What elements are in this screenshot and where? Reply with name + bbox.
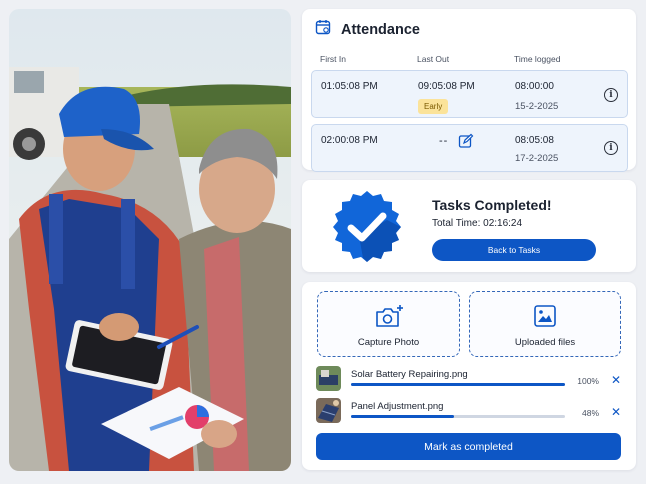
hero-photo	[9, 9, 291, 471]
date-value: 17-2-2025	[515, 153, 559, 164]
time-logged-value: 08:05:08	[515, 135, 554, 146]
date-value: 15-2-2025	[515, 101, 559, 112]
attendance-title: Attendance	[341, 21, 420, 38]
back-to-tasks-button[interactable]: Back to Tasks	[432, 239, 596, 261]
upload-progress-fill	[351, 415, 454, 418]
mark-as-completed-button[interactable]: Mark as completed	[316, 433, 621, 460]
first-in-value: 01:05:08 PM	[321, 81, 378, 92]
attendance-row: 02:00:08 PM -- 08:05:08 17-2-2025 i	[311, 124, 628, 172]
status-badge: Early	[418, 99, 449, 114]
first-in-value: 02:00:08 PM	[321, 135, 378, 146]
edit-icon[interactable]	[458, 133, 474, 154]
info-icon[interactable]: i	[604, 88, 618, 102]
file-thumbnail	[316, 366, 341, 391]
last-out-value: --	[439, 135, 449, 147]
attendance-card: Attendance First In Last Out Time logged…	[302, 9, 636, 172]
column-time-logged: Time logged	[514, 54, 561, 64]
camera-plus-icon	[374, 304, 404, 335]
last-out-value: 09:05:08 PM	[418, 81, 475, 92]
uploaded-files-dropzone[interactable]: Uploaded files	[469, 291, 621, 357]
file-name: Solar Battery Repairing.png	[351, 369, 468, 380]
upload-percent: 48%	[581, 408, 599, 418]
column-last-out: Last Out	[417, 54, 450, 64]
file-thumbnail	[316, 398, 341, 423]
capture-photo-label: Capture Photo	[357, 337, 420, 348]
calendar-icon	[315, 19, 331, 40]
time-logged-value: 08:00:00	[515, 81, 554, 92]
file-list-item: Solar Battery Repairing.png 100% ✕	[316, 366, 626, 394]
upload-progress-bar	[351, 383, 565, 386]
upload-percent: 100%	[577, 376, 599, 386]
tasks-completed-card: Tasks Completed! Total Time: 02:16:24 Ba…	[302, 180, 636, 272]
upload-progress-bar	[351, 415, 565, 418]
file-list-item: Panel Adjustment.png 48% ✕	[316, 398, 626, 426]
file-name: Panel Adjustment.png	[351, 401, 444, 412]
info-icon[interactable]: i	[604, 141, 618, 155]
uploaded-files-label: Uploaded files	[514, 337, 576, 348]
total-time: Total Time: 02:16:24	[432, 218, 523, 229]
close-icon[interactable]: ✕	[611, 405, 621, 419]
attendance-row: 01:05:08 PM 09:05:08 PM Early 08:00:00 1…	[311, 70, 628, 118]
upload-progress-fill	[351, 383, 565, 386]
verified-badge-icon	[329, 188, 405, 269]
tasks-completed-title: Tasks Completed!	[432, 197, 552, 213]
capture-photo-dropzone[interactable]: Capture Photo	[317, 291, 460, 357]
image-icon	[533, 304, 557, 333]
column-first-in: First In	[320, 54, 346, 64]
upload-card: Capture Photo Uploaded files Solar Batte…	[302, 282, 636, 470]
close-icon[interactable]: ✕	[611, 373, 621, 387]
